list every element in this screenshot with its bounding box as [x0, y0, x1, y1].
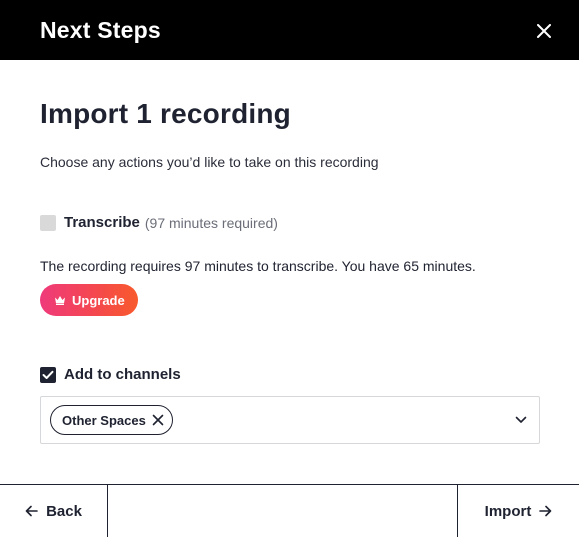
upgrade-label: Upgrade — [72, 292, 125, 308]
channels-checkbox[interactable] — [40, 366, 56, 383]
transcribe-requirement: (97 minutes required) — [144, 214, 278, 231]
dialog-header: Next Steps — [0, 0, 579, 60]
checkmark-icon — [42, 370, 54, 379]
close-icon — [152, 414, 164, 426]
import-label: Import — [484, 502, 532, 520]
transcribe-checkbox[interactable] — [40, 214, 56, 231]
channels-option: Add to channels — [40, 366, 181, 383]
page-subtitle: Choose any actions you’d like to take on… — [40, 154, 379, 170]
channel-chip-label: Other Spaces — [62, 412, 146, 428]
page-title: Import 1 recording — [40, 98, 291, 129]
upgrade-button[interactable]: Upgrade — [40, 284, 138, 316]
transcribe-option: Transcribe (97 minutes required) — [40, 214, 278, 231]
channels-select[interactable]: Other Spaces — [40, 396, 540, 444]
minutes-notice: The recording requires 97 minutes to tra… — [40, 258, 476, 274]
arrow-right-icon — [539, 505, 552, 517]
chip-remove-button[interactable] — [152, 414, 164, 426]
footer-spacer — [108, 485, 457, 537]
back-button[interactable]: Back — [0, 485, 108, 537]
close-icon — [537, 24, 551, 38]
transcribe-label: Transcribe — [64, 214, 140, 231]
channels-label: Add to channels — [64, 366, 181, 383]
back-label: Back — [46, 502, 82, 520]
channel-chip: Other Spaces — [50, 405, 173, 435]
arrow-left-icon — [25, 505, 38, 517]
close-button[interactable] — [533, 20, 555, 42]
crown-icon — [54, 295, 66, 305]
import-button[interactable]: Import — [457, 485, 579, 537]
dialog-footer: Back Import — [0, 484, 579, 537]
chevron-down-icon[interactable] — [515, 416, 527, 424]
next-steps-dialog: Next Steps Import 1 recording Choose any… — [0, 0, 579, 537]
dialog-title: Next Steps — [40, 16, 161, 43]
